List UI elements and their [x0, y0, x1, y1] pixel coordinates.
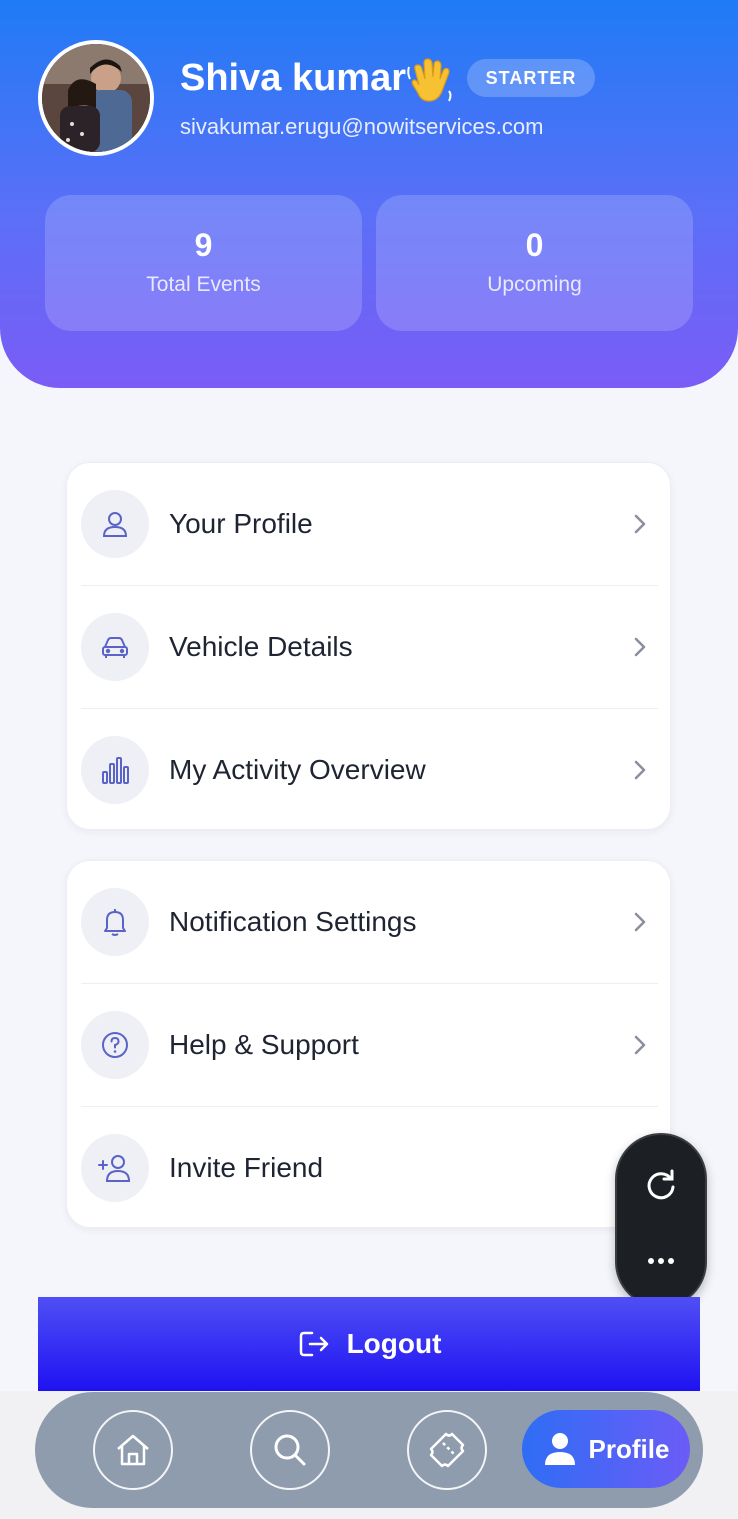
stat-label: Upcoming	[487, 273, 582, 296]
home-icon	[117, 1434, 149, 1466]
chevron-right-icon	[634, 760, 646, 780]
more-dots-icon	[648, 1258, 674, 1264]
nav-search[interactable]	[250, 1410, 330, 1490]
plan-badge: STARTER	[467, 59, 595, 97]
stat-upcoming[interactable]: 0 Upcoming	[376, 195, 693, 331]
car-icon	[81, 613, 149, 681]
user-email: sivakumar.erugu@nowitservices.com	[180, 114, 544, 139]
help-icon	[81, 1011, 149, 1079]
stat-label: Total Events	[146, 273, 261, 296]
logout-icon	[299, 1331, 328, 1357]
menu-item-help-support[interactable]: Help & Support	[67, 984, 672, 1106]
stat-total-events[interactable]: 9 Total Events	[45, 195, 362, 331]
waving-hand-icon	[405, 55, 455, 105]
chevron-right-icon	[634, 1035, 646, 1055]
menu-item-your-profile[interactable]: Your Profile	[67, 463, 672, 585]
bell-icon	[81, 888, 149, 956]
logout-button[interactable]: Logout	[38, 1297, 700, 1391]
menu-item-activity-overview[interactable]: My Activity Overview	[67, 709, 672, 831]
menu-item-label: Help & Support	[169, 1029, 359, 1060]
menu-item-invite-friend[interactable]: Invite Friend	[67, 1107, 672, 1229]
menu-group-settings: Notification Settings Help & Support Inv…	[66, 860, 671, 1228]
stat-value: 9	[194, 227, 213, 263]
chevron-right-icon	[634, 912, 646, 932]
more-options-button[interactable]	[617, 1221, 705, 1301]
user-name: Shiva kumar	[180, 57, 406, 99]
menu-item-label: My Activity Overview	[169, 754, 426, 785]
refresh-icon	[647, 1169, 675, 1200]
nav-tickets[interactable]	[407, 1410, 487, 1490]
nav-profile-active[interactable]: Profile	[522, 1410, 690, 1488]
avatar[interactable]	[38, 40, 154, 156]
chevron-right-icon	[634, 514, 646, 534]
nav-home[interactable]	[93, 1410, 173, 1490]
menu-item-label: Vehicle Details	[169, 631, 353, 662]
menu-item-label: Your Profile	[169, 508, 313, 539]
add-user-icon	[81, 1134, 149, 1202]
logout-label: Logout	[346, 1328, 442, 1359]
nav-profile-label: Profile	[588, 1433, 670, 1464]
menu-group-account: Your Profile Vehicle Details My Activity…	[66, 462, 671, 830]
user-filled-icon	[544, 1433, 575, 1465]
stat-value: 0	[525, 227, 544, 263]
search-icon	[274, 1434, 306, 1466]
bar-chart-icon	[81, 736, 149, 804]
bottom-nav: Profile	[35, 1392, 703, 1508]
menu-item-label: Notification Settings	[169, 906, 417, 937]
refresh-button[interactable]	[617, 1145, 705, 1225]
ticket-icon	[429, 1432, 465, 1468]
menu-item-vehicle-details[interactable]: Vehicle Details	[67, 586, 672, 708]
floating-action-pill	[615, 1133, 707, 1308]
menu-item-label: Invite Friend	[169, 1152, 324, 1183]
chevron-right-icon	[634, 637, 646, 657]
user-icon	[81, 490, 149, 558]
profile-header: Shiva kumar STARTER sivakumar.erugu@nowi…	[0, 0, 738, 388]
menu-item-notification-settings[interactable]: Notification Settings	[67, 861, 672, 983]
